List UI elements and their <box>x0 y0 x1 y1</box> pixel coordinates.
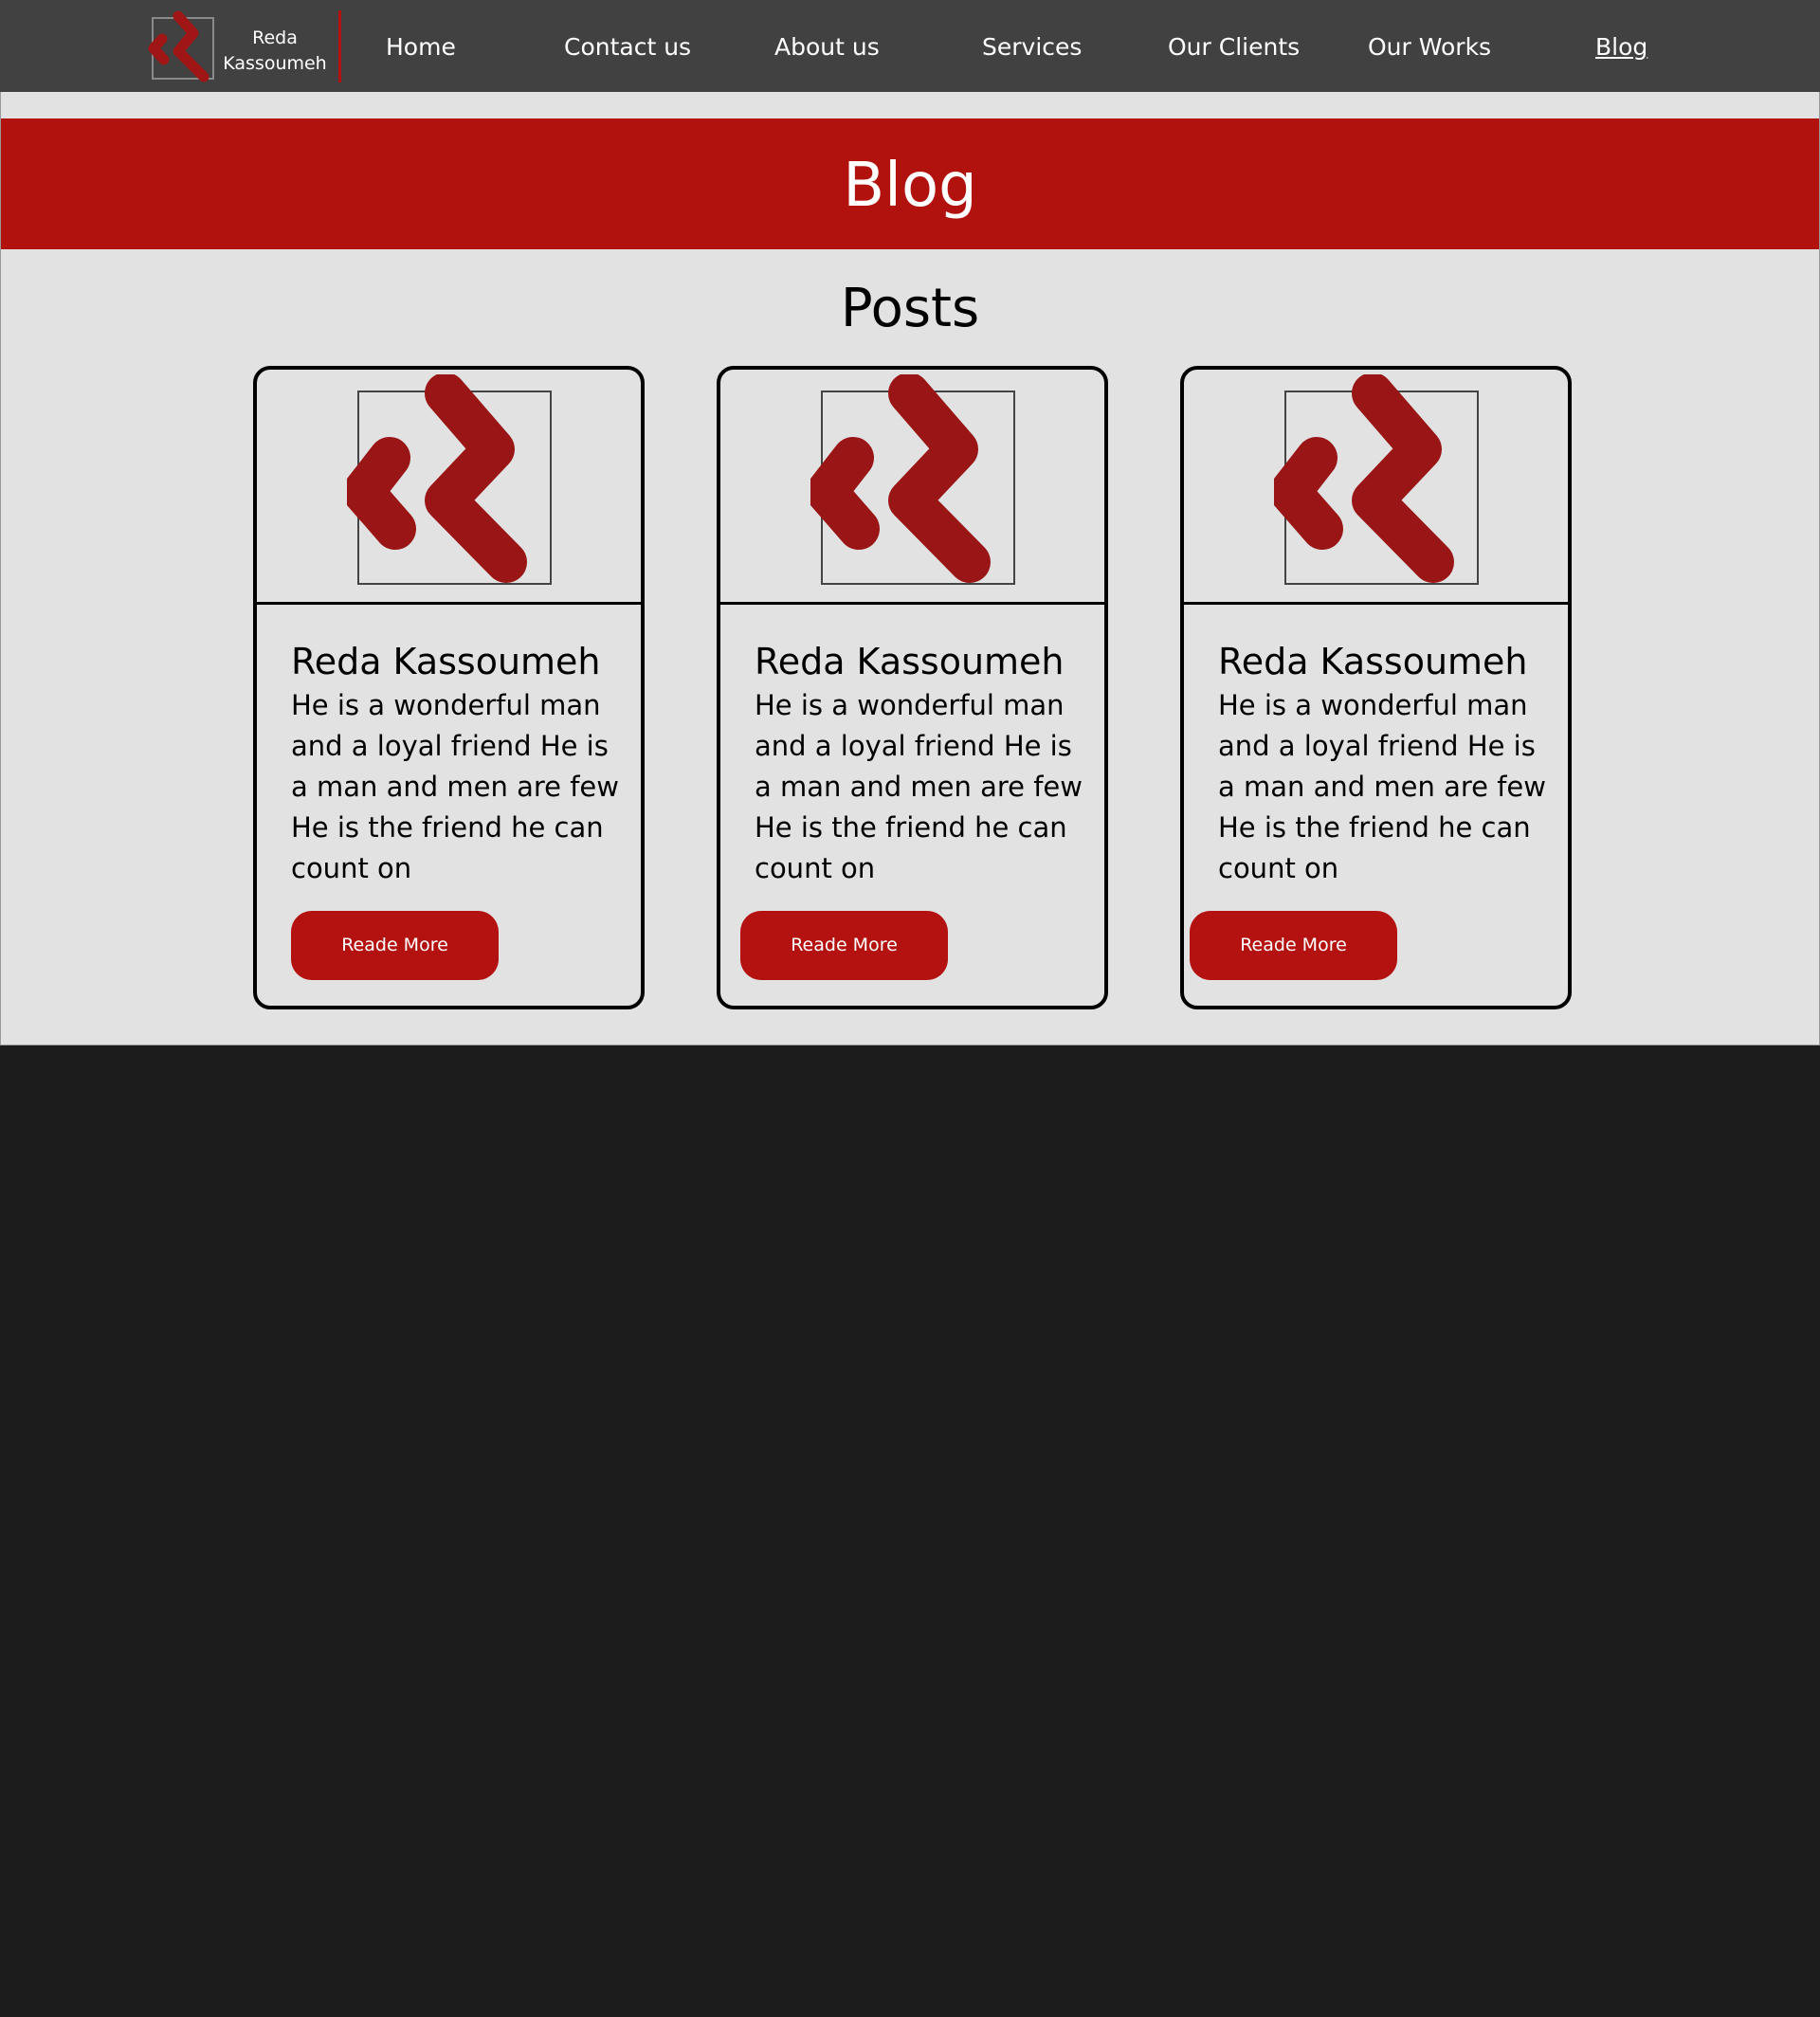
post-excerpt: He is a wonderful man and a loyal friend… <box>755 689 1083 884</box>
nav-item-our-clients[interactable]: Our Clients <box>1168 31 1300 64</box>
post-image <box>1184 370 1568 605</box>
post-image <box>257 370 641 605</box>
post-title: Reda Kassoumeh <box>1218 641 1528 682</box>
rk-logo-icon <box>148 10 214 82</box>
nav-item-about-us[interactable]: About us <box>774 31 880 64</box>
read-more-button[interactable]: Reade More <box>1190 911 1397 980</box>
rk-logo-icon <box>1274 374 1479 585</box>
nav-item-blog[interactable]: Blog <box>1595 31 1647 64</box>
top-navbar: Reda Kassoumeh Home Contact us About us … <box>0 0 1820 92</box>
post-card: Reda Kassoumeh He is a wonderful man and… <box>717 366 1108 1009</box>
post-title: Reda Kassoumeh <box>291 641 601 682</box>
brand[interactable]: Reda Kassoumeh <box>147 10 341 84</box>
brand-divider <box>338 10 341 82</box>
read-more-button[interactable]: Reade More <box>291 911 499 980</box>
post-title: Reda Kassoumeh <box>755 641 1065 682</box>
nav-item-contact-us[interactable]: Contact us <box>564 31 691 64</box>
brand-name-line2: Kassoumeh <box>223 53 327 74</box>
nav-item-services[interactable]: Services <box>982 31 1082 64</box>
post-card: Reda Kassoumeh He is a wonderful man and… <box>1180 366 1572 1009</box>
rk-logo-icon <box>347 374 552 585</box>
page-banner: Blog <box>1 118 1819 249</box>
brand-name-line1: Reda <box>252 27 298 48</box>
post-excerpt: He is a wonderful man and a loyal friend… <box>1218 689 1546 884</box>
rk-logo-icon <box>810 374 1015 585</box>
page-title: Blog <box>843 151 977 221</box>
brand-name: Reda Kassoumeh <box>223 26 327 77</box>
nav-item-our-works[interactable]: Our Works <box>1368 31 1491 64</box>
main-content: Blog Posts Reda Kassoumeh He is a wonder… <box>0 92 1820 1045</box>
post-card: Reda Kassoumeh He is a wonderful man and… <box>253 366 645 1009</box>
nav-item-home[interactable]: Home <box>386 31 456 64</box>
posts-heading: Posts <box>840 278 980 339</box>
read-more-button[interactable]: Reade More <box>740 911 948 980</box>
post-excerpt: He is a wonderful man and a loyal friend… <box>291 689 619 884</box>
footer-area <box>0 1045 1820 2017</box>
post-image <box>720 370 1104 605</box>
